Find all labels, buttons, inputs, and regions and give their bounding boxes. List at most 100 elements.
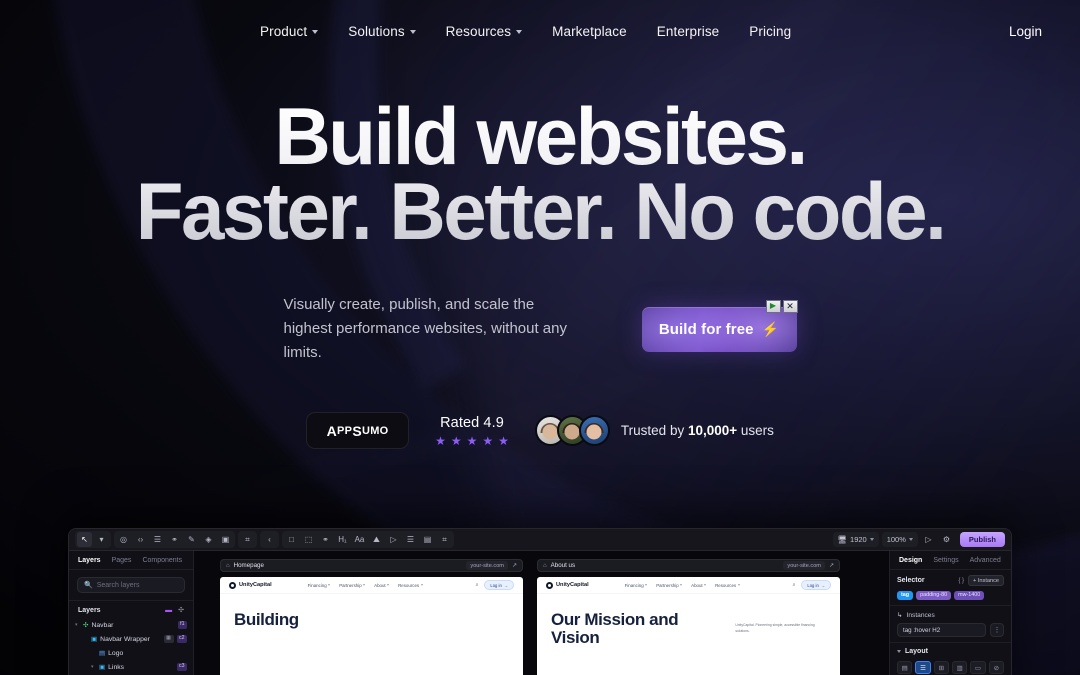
site-nav-link[interactable]: Resources	[398, 583, 423, 588]
site-logo: UnityCapital	[229, 581, 272, 589]
layer-row[interactable]: ▾ ▣ Links c3	[69, 660, 193, 674]
card-tab[interactable]: ⌂ About us your-site.com ↗	[537, 559, 840, 572]
display-inline-block[interactable]: ▥	[951, 661, 968, 675]
site-nav-link[interactable]: About	[691, 583, 707, 588]
card-tab[interactable]: ⌂ Homepage your-site.com ↗	[220, 559, 523, 572]
nav-item-product[interactable]: Product	[260, 24, 319, 39]
cursor-dropdown[interactable]: ▾	[94, 532, 109, 547]
trusted-text: Trusted by 10,000+ users	[621, 423, 774, 438]
heading-h1-icon[interactable]: H₁	[335, 532, 350, 547]
cursor-tool[interactable]: ↖	[77, 532, 92, 547]
layout-header[interactable]: Layout	[897, 648, 1004, 655]
site-login-button[interactable]: Log in →	[484, 580, 514, 590]
navigator-icon[interactable]: ◎	[116, 532, 131, 547]
layer-row[interactable]: ▣ Navbar Wrapper ▦ c2	[69, 632, 193, 646]
tab-design[interactable]: Design	[899, 557, 922, 564]
play-icon[interactable]: ▷	[921, 532, 936, 547]
div-block-icon[interactable]: □	[284, 532, 299, 547]
site-nav-link[interactable]: Partnership	[339, 583, 366, 588]
ad-play-icon[interactable]: ▶	[765, 299, 781, 313]
site-nav-link[interactable]: About	[374, 583, 390, 588]
expand-arrow-icon[interactable]: ▾	[91, 664, 96, 670]
selector-chip[interactable]: mw-1400	[954, 591, 985, 601]
logo-mark-icon	[229, 581, 236, 589]
display-inline[interactable]: ▭	[970, 661, 986, 675]
grid-icon[interactable]: ⌗	[240, 532, 255, 547]
tab-settings[interactable]: Settings	[933, 557, 958, 564]
login-link[interactable]: Login	[1009, 24, 1042, 39]
image-icon[interactable]: ⛰	[369, 532, 384, 547]
instance-value-field[interactable]: tag :hover H2	[897, 623, 986, 638]
card-url: your-site.com	[466, 561, 508, 570]
tab-components[interactable]: Components	[142, 557, 182, 564]
site-nav-link[interactable]: Partnership	[656, 583, 683, 588]
site-nav-link[interactable]: Financing	[625, 583, 648, 588]
toolbar-left-groups: ↖ ▾ ◎ ‹› ☰ ⚭ ✎ ◈ ▣ ⌗ ‹ □ ⬚ ⚭ H₁ Aa ⛰ ▷ ☰ ▤ ⌗	[75, 531, 454, 548]
display-block[interactable]: ▤	[897, 661, 913, 675]
ad-close-icon[interactable]: ✕	[782, 299, 798, 313]
assets-icon[interactable]: ◈	[201, 532, 216, 547]
link-icon[interactable]: ⚭	[318, 532, 333, 547]
viewport-selector[interactable]: 🖥 1920	[832, 532, 879, 547]
list-icon[interactable]: ☰	[403, 532, 418, 547]
zoom-selector[interactable]: 100%	[881, 532, 918, 547]
display-grid[interactable]: ⊞	[933, 661, 949, 675]
nav-item-marketplace[interactable]: Marketplace	[552, 24, 627, 39]
tab-layers[interactable]: Layers	[78, 557, 101, 564]
build-for-free-button[interactable]: Build for free ⚡	[641, 306, 797, 352]
site-card: ⌂ About us your-site.com ↗ UnityCapital Finan…	[537, 559, 840, 675]
layer-row[interactable]: ▾ ✣ Navbar f1	[69, 618, 193, 632]
code-icon[interactable]: ‹›	[133, 532, 148, 547]
video-icon[interactable]: ▷	[386, 532, 401, 547]
site-login-button[interactable]: Log in →	[801, 580, 831, 590]
move-icon[interactable]: ✣	[178, 606, 184, 614]
button-icon[interactable]: ⬚	[301, 532, 316, 547]
tab-advanced[interactable]: Advanced	[970, 557, 1001, 564]
style-icon[interactable]: ✎	[184, 532, 199, 547]
zoom-label: 100%	[886, 535, 906, 544]
expand-arrow-icon[interactable]: ▾	[75, 622, 80, 628]
collapse-icon[interactable]: ‹	[262, 532, 277, 547]
nav-item-resources[interactable]: Resources	[446, 24, 523, 39]
gear-icon[interactable]: ⚙	[939, 532, 954, 547]
nav-item-solutions[interactable]: Solutions	[348, 24, 416, 39]
embed-icon[interactable]: ⌗	[437, 532, 452, 547]
appsumo-badge: A PP S UMO	[306, 412, 410, 449]
site-hero-row: Building	[234, 610, 509, 629]
nav-item-pricing[interactable]: Pricing	[749, 24, 791, 39]
search-icon[interactable]: ⌕	[476, 582, 479, 588]
external-link-icon[interactable]: ↗	[829, 562, 834, 569]
selector-chip[interactable]: tag	[897, 591, 914, 601]
site-paragraph: UnityCapital. Pioneering simple, accessi…	[735, 623, 815, 633]
external-link-icon[interactable]: ↗	[512, 562, 517, 569]
chevron-down-icon	[409, 30, 416, 34]
right-panel-tabs: Design Settings Advanced	[890, 551, 1011, 570]
visibility-icon[interactable]: ▬	[165, 607, 172, 614]
site-preview-frame: UnityCapital Financing Partnership About Res…	[220, 577, 523, 675]
site-nav-link[interactable]: Resources	[715, 583, 740, 588]
search-icon[interactable]: ⌕	[793, 582, 796, 588]
nav-item-enterprise[interactable]: Enterprise	[657, 24, 720, 39]
add-instance-button[interactable]: + Instance	[968, 575, 1004, 586]
nav-items: Product Solutions Resources Marketplace Ente…	[260, 24, 791, 39]
form-icon[interactable]: ▤	[420, 532, 435, 547]
site-nav-link[interactable]: Financing	[308, 583, 331, 588]
search-layers-input[interactable]: 🔍 Search layers	[77, 577, 185, 593]
layer-type-icon: ▣	[91, 636, 98, 643]
display-none[interactable]: ⊘	[988, 661, 1004, 675]
cms-icon[interactable]: ☰	[150, 532, 165, 547]
code-braces-icon[interactable]: { }	[958, 578, 964, 584]
star-icon: ★	[498, 433, 509, 448]
media-icon[interactable]: ▣	[218, 532, 233, 547]
tab-pages[interactable]: Pages	[112, 557, 132, 564]
publish-button[interactable]: Publish	[959, 532, 1005, 547]
text-icon[interactable]: Aa	[352, 532, 367, 547]
instance-more-icon[interactable]: ⋮	[990, 623, 1004, 638]
display-flex[interactable]: ☰	[915, 661, 931, 675]
selector-chip[interactable]: padding-80	[916, 591, 952, 601]
instances-label: Instances	[906, 611, 935, 619]
components-icon[interactable]: ⚭	[167, 532, 182, 547]
layer-row[interactable]: ▤ Logo	[69, 646, 193, 660]
display-options: ▤ ☰ ⊞ ▥ ▭ ⊘	[897, 661, 1004, 675]
style-panel: Design Settings Advanced Selector { } + In…	[889, 551, 1011, 675]
